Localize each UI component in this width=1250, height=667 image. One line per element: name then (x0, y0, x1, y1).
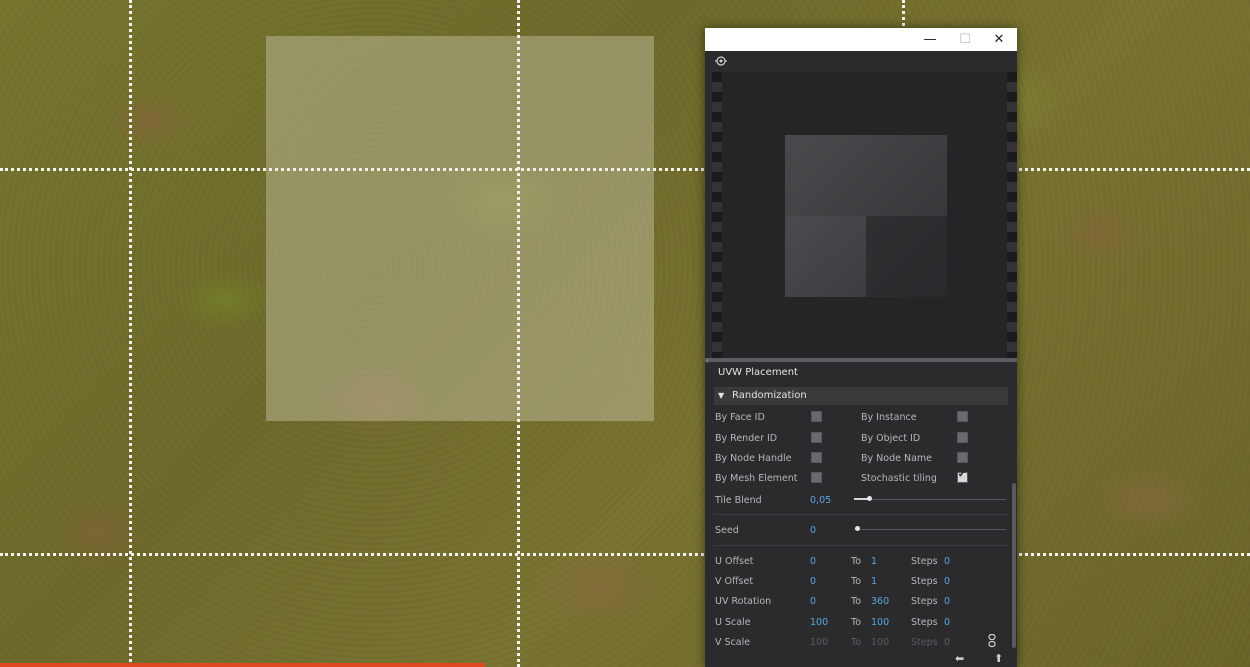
u-offset-to[interactable]: 1 (871, 556, 877, 567)
u-scale-steps-label: Steps (911, 617, 938, 628)
v-offset-steps-label: Steps (911, 576, 938, 587)
v-scale-to[interactable]: 100 (871, 637, 889, 648)
v-offset-to-label: To (851, 576, 862, 587)
checker-cell (866, 135, 947, 216)
u-offset-label: U Offset (715, 556, 754, 567)
v-offset-label: V Offset (715, 576, 754, 587)
u-scale-label: U Scale (715, 617, 751, 628)
rollout-label: Randomization (732, 390, 807, 401)
close-icon: ✕ (993, 32, 1005, 47)
by-render-id-label: By Render ID (715, 433, 778, 444)
selected-plane-overlay[interactable] (266, 36, 654, 421)
preview-left-strip (712, 72, 722, 358)
v-scale-steps-label: Steps (911, 637, 938, 648)
properties-panel: UVW Placement ▼ Randomization By Face ID… (712, 362, 1010, 652)
v-scale-to-label: To (851, 637, 862, 648)
uv-rotation-to-label: To (851, 596, 862, 607)
preview-right-strip (1007, 72, 1017, 358)
tile-blend-slider-track[interactable] (854, 499, 1006, 500)
by-instance-label: By Instance (861, 412, 917, 423)
tile-blend-label: Tile Blend (715, 495, 762, 506)
u-offset-steps[interactable]: 0 (944, 556, 950, 567)
preview-eye-icon[interactable] (715, 55, 727, 67)
uv-rotation-from[interactable]: 0 (810, 596, 816, 607)
close-button[interactable]: ✕ (982, 28, 1016, 51)
uv-rotation-to[interactable]: 360 (871, 596, 889, 607)
triangle-down-icon: ▼ (718, 391, 725, 400)
by-object-id-checkbox[interactable] (957, 432, 968, 443)
divider (714, 545, 1008, 546)
window-titlebar[interactable]: — ☐ ✕ (705, 28, 1017, 51)
minimize-icon: — (923, 32, 937, 47)
randomization-rollout-header[interactable]: ▼ Randomization (714, 387, 1008, 405)
uv-rotation-steps[interactable]: 0 (944, 596, 950, 607)
u-scale-steps[interactable]: 0 (944, 617, 950, 628)
by-object-id-label: By Object ID (861, 433, 921, 444)
viewport[interactable] (0, 0, 1250, 667)
by-face-id-checkbox[interactable] (811, 411, 822, 422)
checker-cell (785, 216, 866, 297)
stochastic-tiling-label: Stochastic tiling (861, 473, 937, 484)
u-offset-to-label: To (851, 556, 862, 567)
v-offset-steps[interactable]: 0 (944, 576, 950, 587)
arrow-up-icon[interactable]: ⬆ (994, 652, 1003, 665)
v-scale-from[interactable]: 100 (810, 637, 828, 648)
seed-value[interactable]: 0 (810, 525, 816, 536)
v-offset-from[interactable]: 0 (810, 576, 816, 587)
stochastic-tiling-checkbox[interactable] (957, 470, 968, 483)
tile-blend-slider-handle[interactable] (867, 496, 872, 501)
seed-slider-handle[interactable] (855, 526, 860, 531)
u-scale-to-label: To (851, 617, 862, 628)
by-mesh-element-checkbox[interactable] (811, 472, 822, 483)
divider (714, 514, 1008, 515)
seed-slider-track[interactable] (854, 529, 1006, 530)
link-chain-icon[interactable] (988, 634, 996, 647)
by-face-id-label: By Face ID (715, 412, 765, 423)
by-node-name-label: By Node Name (861, 453, 932, 464)
material-editor-window: — ☐ ✕ ‹ UVW Placement ▼ Randomization By… (705, 28, 1017, 667)
by-instance-checkbox[interactable] (957, 411, 968, 422)
seed-label: Seed (715, 525, 739, 536)
checker-cell (785, 135, 866, 216)
by-mesh-element-label: By Mesh Element (715, 473, 798, 484)
preview-toolbar (705, 51, 1017, 71)
grid-line-horizontal (0, 553, 1250, 556)
checker-preview-swatch (785, 135, 947, 297)
chevron-left-icon[interactable]: ‹ (705, 354, 709, 367)
by-render-id-checkbox[interactable] (811, 432, 822, 443)
grid-line-vertical (129, 0, 132, 667)
tile-blend-value[interactable]: 0,05 (810, 495, 831, 506)
by-node-handle-label: By Node Handle (715, 453, 792, 464)
v-offset-to[interactable]: 1 (871, 576, 877, 587)
uv-rotation-label: UV Rotation (715, 596, 772, 607)
u-offset-from[interactable]: 0 (810, 556, 816, 567)
u-offset-steps-label: Steps (911, 556, 938, 567)
section-title: UVW Placement (718, 367, 798, 378)
maximize-button[interactable]: ☐ (948, 28, 982, 51)
material-preview[interactable] (712, 72, 1017, 358)
u-scale-to[interactable]: 100 (871, 617, 889, 628)
maximize-icon: ☐ (959, 32, 971, 47)
u-scale-from[interactable]: 100 (810, 617, 828, 628)
minimize-button[interactable]: — (913, 28, 947, 51)
timeline-progress-bar (0, 663, 485, 667)
uv-rotation-steps-label: Steps (911, 596, 938, 607)
panel-scrollbar[interactable] (1012, 483, 1016, 648)
arrow-left-icon[interactable]: ⬅ (955, 652, 964, 665)
checker-cell (866, 216, 947, 297)
v-scale-label: V Scale (715, 637, 751, 648)
panel-footer: ⬅ ⬆ (705, 651, 1017, 667)
by-node-handle-checkbox[interactable] (811, 452, 822, 463)
v-scale-steps[interactable]: 0 (944, 637, 950, 648)
by-node-name-checkbox[interactable] (957, 452, 968, 463)
